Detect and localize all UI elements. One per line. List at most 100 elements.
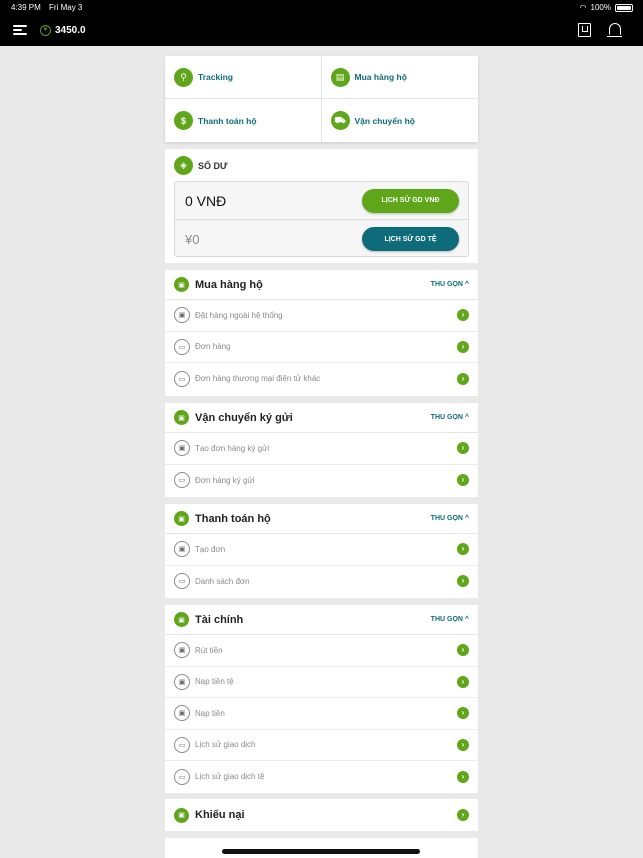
status-bar-left: 4:39 PM Fri May 3 [11, 3, 82, 12]
section-payment: ▣ Thanh toán hộ THU GỌN ^ ▣ Tạo đơn › ▭ … [165, 504, 478, 598]
item-icon: ▣ [174, 440, 190, 457]
search-icon: ⚲ [174, 67, 193, 87]
bell-icon[interactable] [607, 23, 622, 37]
menu-row[interactable]: ▣ Tạo đơn hàng ký gửi › [165, 433, 478, 465]
item-icon: ▣ [174, 307, 190, 324]
menu-row-label: Danh sách đơn [195, 576, 250, 586]
dollar-icon: $ [174, 111, 193, 130]
quick-action-buy[interactable]: ▤ Mua hàng hộ [321, 56, 478, 99]
section-header: ▣ Thanh toán hộ THU GỌN ^ [165, 504, 478, 534]
box-icon: ▣ [174, 277, 189, 292]
item-icon: ▭ [174, 370, 190, 387]
chevron-right-icon: › [457, 675, 469, 688]
box-icon: ▣ [174, 410, 189, 425]
wallet-icon: ◈ [174, 156, 193, 175]
menu-row-label: Đơn hàng thương mại điện tử khác [195, 374, 321, 384]
menu-row[interactable]: ▣ Nạp tiền tệ › [165, 667, 478, 698]
home-indicator [222, 849, 420, 854]
truck-icon: ⛟ [330, 111, 350, 130]
menu-icon[interactable] [13, 25, 27, 36]
section-header: ▣ Tài chính THU GỌN ^ [165, 605, 478, 635]
chevron-right-icon: › [457, 707, 469, 720]
box-icon: ▣ [174, 612, 189, 627]
item-icon: ▭ [174, 736, 190, 753]
menu-row[interactable]: ▣ Nạp tiền › [165, 698, 478, 730]
wallet-card: ◈ SỐ DƯ 0 VNĐ LỊCH SỬ GD VNĐ ¥0 LỊCH SỬ … [165, 149, 478, 263]
vnd-amount: 0 VNĐ [185, 192, 227, 209]
section-header: ▣ Khiếu nại › [165, 799, 478, 831]
section-title: Mua hàng hộ [195, 278, 263, 291]
collapse-button[interactable]: THU GỌN ^ [431, 515, 469, 522]
item-icon: ▣ [174, 541, 190, 558]
section-header: ▣ Vận chuyển ký gửi THU GỌN ^ [165, 403, 478, 433]
section-title: Vận chuyển ký gửi [195, 411, 293, 424]
menu-row-label: Đơn hàng [195, 342, 231, 352]
chevron-right-icon: › [457, 340, 469, 353]
box-icon: ▣ [174, 511, 189, 526]
quick-action-ship[interactable]: ⛟ Vận chuyển hộ [322, 99, 479, 142]
chevron-right-icon: › [457, 474, 469, 487]
wallet-header: ◈ SỐ DƯ [165, 149, 478, 182]
cny-history-button[interactable]: LỊCH SỬ GD TỆ [362, 227, 459, 251]
collapse-button[interactable]: THU GỌN ^ [431, 616, 469, 623]
quick-action-label: Vận chuyển hộ [354, 115, 415, 126]
menu-row[interactable]: ▭ Lịch sử giao dịch tệ › [165, 761, 478, 793]
section-title: Thanh toán hộ [195, 512, 271, 525]
menu-row[interactable]: ▭ Danh sách đơn › [165, 566, 478, 598]
chevron-right-icon: › [457, 372, 469, 385]
status-date: Fri May 3 [49, 3, 83, 12]
menu-row[interactable]: ▣ Rút tiền › [165, 635, 478, 667]
quick-action-label: Mua hàng hộ [354, 72, 407, 82]
top-bar: 4:39 PM Fri May 3 ◠ 100% ¥ 3450.0 [0, 0, 643, 46]
cny-amount: ¥0 [185, 231, 200, 247]
quick-action-pay[interactable]: $ Thanh toán hộ [165, 99, 322, 142]
chevron-right-icon: › [457, 543, 469, 556]
item-icon: ▣ [174, 642, 190, 659]
item-icon: ▭ [174, 573, 190, 590]
menu-row-label: Đặt hàng ngoài hệ thống [195, 310, 283, 320]
item-icon: ▭ [174, 338, 190, 355]
item-icon: ▭ [174, 472, 190, 489]
chevron-right-icon: › [457, 309, 469, 322]
chevron-right-icon: › [457, 644, 469, 657]
menu-row-label: Đơn hàng ký gửi [195, 475, 255, 485]
chevron-right-icon: › [457, 738, 469, 751]
menu-row-label: Lịch sử giao dịch [195, 740, 256, 750]
section-complaints[interactable]: ▣ Khiếu nại › [165, 799, 478, 831]
collapse-button[interactable]: THU GỌN ^ [431, 414, 469, 421]
menu-row-label: Rút tiền [195, 645, 223, 655]
menu-row-label: Tạo đơn hàng ký gửi [195, 443, 270, 453]
section-buy: ▣ Mua hàng hộ THU GỌN ^ ▣ Đặt hàng ngoài… [165, 270, 478, 396]
battery-icon [615, 3, 633, 12]
quick-action-label: Thanh toán hộ [198, 115, 257, 126]
calendar-icon: ▤ [330, 67, 350, 87]
menu-row[interactable]: ▭ Lịch sử giao dịch › [165, 730, 478, 761]
section-title: Khiếu nại [195, 809, 245, 821]
wifi-icon: ◠ [579, 3, 587, 12]
status-time: 4:39 PM [11, 3, 41, 12]
cny-balance-row: ¥0 LỊCH SỬ GD TỆ [175, 220, 468, 258]
section-header: ▣ Mua hàng hộ THU GỌN ^ [165, 270, 478, 300]
menu-row[interactable]: ▣ Tạo đơn › [165, 534, 478, 566]
wallet-balances: 0 VNĐ LỊCH SỬ GD VNĐ ¥0 LỊCH SỬ GD TỆ [174, 181, 469, 257]
quick-action-tracking[interactable]: ⚲ Tracking [165, 56, 322, 99]
chevron-right-icon: › [457, 575, 469, 588]
section-shipping: ▣ Vận chuyển ký gửi THU GỌN ^ ▣ Tạo đơn … [165, 403, 478, 497]
collapse-button[interactable]: THU GỌN ^ [431, 281, 469, 288]
menu-row[interactable]: ▭ Đơn hàng thương mại điện tử khác › [165, 363, 478, 395]
menu-row[interactable]: ▣ Đặt hàng ngoài hệ thống › [165, 300, 478, 332]
quick-action-label: Tracking [198, 72, 233, 82]
item-icon: ▣ [174, 705, 190, 722]
box-icon: ▣ [174, 807, 189, 823]
vnd-history-button[interactable]: LỊCH SỬ GD VNĐ [362, 188, 459, 213]
header-balance: 3450.0 [55, 25, 86, 36]
cart-icon[interactable] [578, 23, 591, 37]
section-next [165, 838, 478, 858]
item-icon: ▣ [174, 673, 190, 690]
wallet-title: SỐ DƯ [198, 160, 228, 171]
vnd-balance-row: 0 VNĐ LỊCH SỬ GD VNĐ [175, 182, 468, 220]
menu-row[interactable]: ▭ Đơn hàng › [165, 332, 478, 363]
coin-icon: ¥ [40, 25, 51, 36]
menu-row[interactable]: ▭ Đơn hàng ký gửi › [165, 465, 478, 497]
status-bar-right: ◠ 100% [580, 3, 633, 12]
